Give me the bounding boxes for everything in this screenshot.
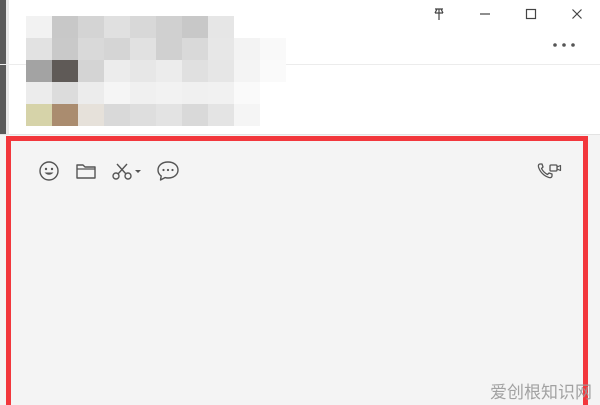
mosaic-cell (260, 60, 286, 82)
mosaic-cell (104, 82, 130, 104)
mosaic-cell (78, 60, 104, 82)
mosaic-cell (130, 104, 156, 126)
mosaic-cell (130, 82, 156, 104)
mosaic-cell (182, 38, 208, 60)
close-button[interactable] (554, 0, 600, 28)
chat-window: 爱创根知识网 (0, 0, 600, 405)
left-edge-divider (6, 0, 9, 135)
message-input[interactable] (30, 193, 570, 393)
mosaic-cell (208, 104, 234, 126)
emoji-button[interactable] (36, 160, 62, 186)
mosaic-cell (182, 82, 208, 104)
mosaic-cell (52, 38, 78, 60)
screenshot-button[interactable] (110, 162, 144, 184)
screenshot-scissors-icon (111, 161, 143, 185)
mosaic-cell (130, 16, 156, 38)
mosaic-cell (78, 38, 104, 60)
mosaic-cell (130, 38, 156, 60)
mosaic-cell (78, 16, 104, 38)
mosaic-cell (52, 16, 78, 38)
mosaic-cell (182, 16, 208, 38)
send-file-button[interactable] (73, 162, 99, 184)
chat-history-icon (156, 160, 180, 186)
watermark-text: 爱创根知识网 (490, 383, 592, 403)
mosaic-cell (26, 82, 52, 104)
mosaic-cell (260, 82, 286, 104)
mosaic-cell (208, 82, 234, 104)
pin-icon (432, 7, 446, 21)
mosaic-cell (234, 60, 260, 82)
mosaic-cell (156, 38, 182, 60)
mosaic-cell (156, 60, 182, 82)
folder-icon (75, 161, 97, 185)
mosaic-cell (208, 38, 234, 60)
voice-video-call-button[interactable] (536, 162, 562, 184)
minimize-icon (479, 8, 491, 20)
voice-video-call-icon (536, 161, 562, 185)
mosaic-cell (182, 60, 208, 82)
maximize-button[interactable] (508, 0, 554, 28)
mosaic-cell (78, 104, 104, 126)
mosaic-cell (182, 104, 208, 126)
mosaic-cell (26, 16, 52, 38)
mosaic-cell (78, 82, 104, 104)
more-options-icon (552, 33, 576, 52)
mosaic-cell (156, 82, 182, 104)
mosaic-cell (52, 82, 78, 104)
more-options-button[interactable] (550, 34, 578, 50)
maximize-icon (525, 8, 537, 20)
mosaic-cell (52, 60, 78, 82)
chat-history-button[interactable] (155, 160, 181, 186)
pin-button[interactable] (416, 0, 462, 28)
mosaic-cell (156, 104, 182, 126)
mosaic-cell (234, 38, 260, 60)
input-toolbar (36, 160, 192, 186)
mosaic-cell (208, 60, 234, 82)
mosaic-cell (260, 38, 286, 60)
mosaic-cell (104, 104, 130, 126)
mosaic-cell (208, 16, 234, 38)
mosaic-cell (104, 38, 130, 60)
mosaic-cell (26, 38, 52, 60)
mosaic-cell (156, 16, 182, 38)
window-controls (416, 0, 600, 28)
message-input-area (0, 134, 600, 405)
mosaic-cell (52, 104, 78, 126)
mosaic-cell (104, 60, 130, 82)
mosaic-cell (130, 60, 156, 82)
close-icon (571, 8, 583, 20)
mosaic-cell (26, 60, 52, 82)
minimize-button[interactable] (462, 0, 508, 28)
mosaic-cell (234, 82, 260, 104)
emoji-icon (38, 160, 60, 186)
mosaic-cell (260, 104, 286, 126)
mosaic-cell (234, 104, 260, 126)
mosaic-cell (26, 104, 52, 126)
mosaic-cell (104, 16, 130, 38)
